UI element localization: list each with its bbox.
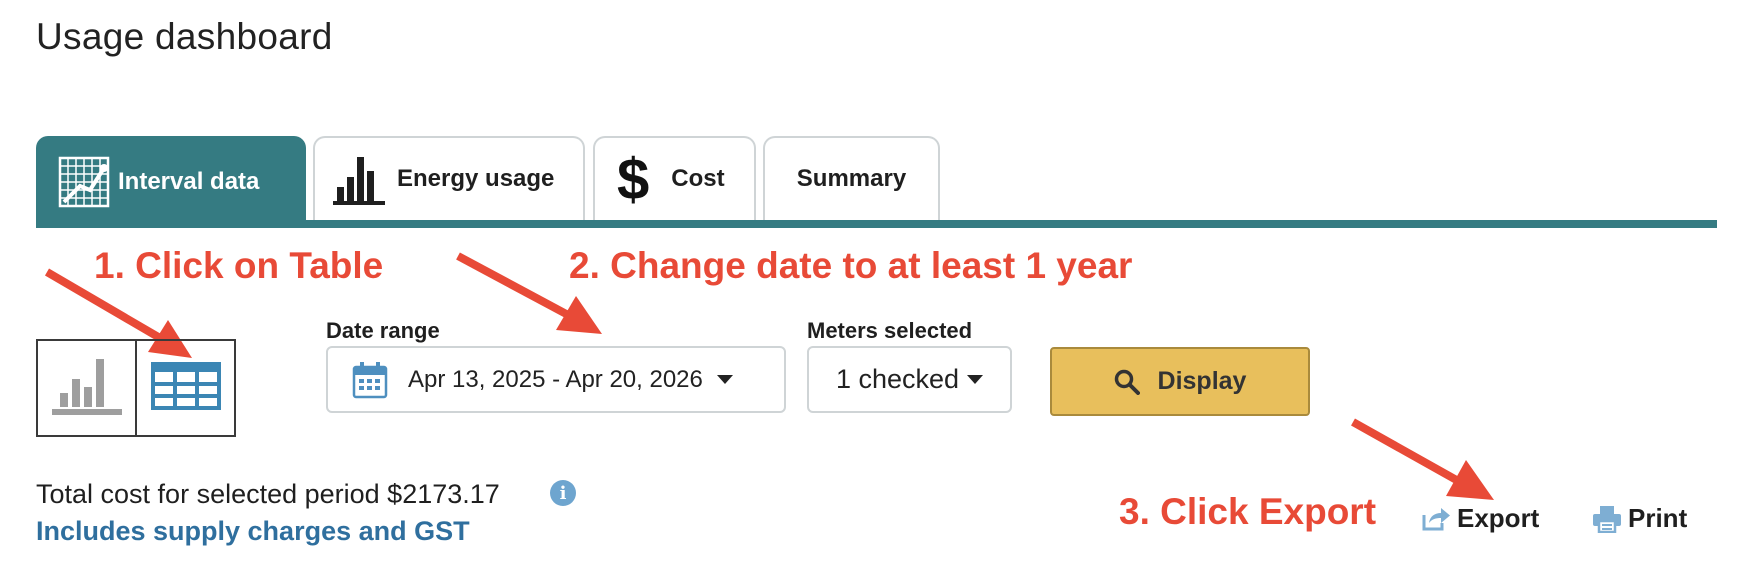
meters-select[interactable]: 1 checked xyxy=(807,346,1012,413)
info-icon[interactable]: i xyxy=(550,480,576,506)
arrow-to-date xyxy=(456,252,602,334)
table-view-icon xyxy=(150,361,221,415)
bar-chart-view-icon xyxy=(50,355,124,422)
chart-view-button[interactable] xyxy=(38,341,135,435)
view-toggle xyxy=(36,339,236,437)
export-icon xyxy=(1421,506,1451,532)
search-icon xyxy=(1114,369,1140,395)
printer-icon xyxy=(1592,505,1622,533)
print-label: Print xyxy=(1628,503,1688,533)
arrow-to-export xyxy=(1351,418,1494,500)
display-button[interactable]: Display xyxy=(1050,347,1310,416)
print-button[interactable]: Print xyxy=(1592,503,1687,534)
export-button[interactable]: Export xyxy=(1421,503,1539,534)
export-label: Export xyxy=(1457,503,1540,533)
supply-charges-link[interactable]: Includes supply charges and GST xyxy=(36,516,470,547)
table-view-button[interactable] xyxy=(135,341,234,435)
meters-label: Meters selected xyxy=(807,318,973,343)
chevron-down-icon xyxy=(716,375,733,384)
meters-value: 1 checked xyxy=(835,364,960,394)
date-range-value: Apr 13, 2025 - Apr 20, 2026 xyxy=(408,365,703,393)
chevron-down-icon xyxy=(967,375,984,384)
display-button-label: Display xyxy=(1157,367,1247,395)
total-cost-text: Total cost for selected period $2173.17 xyxy=(36,479,500,509)
calendar-icon xyxy=(352,361,388,399)
date-range-picker[interactable]: Apr 13, 2025 - Apr 20, 2026 xyxy=(326,346,786,413)
date-range-label: Date range xyxy=(326,318,440,343)
